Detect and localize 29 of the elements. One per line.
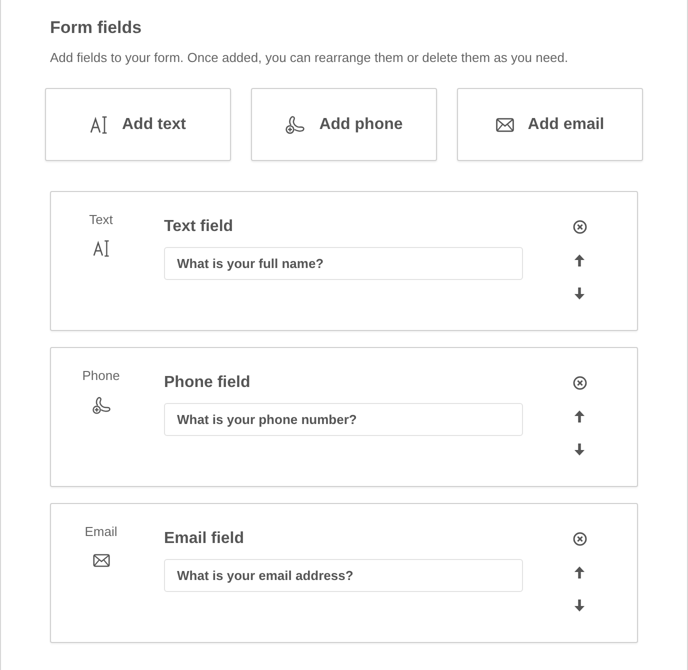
section-title: Form fields <box>50 17 143 39</box>
text-cursor-icon <box>92 240 110 257</box>
arrow-up-icon[interactable] <box>574 566 585 579</box>
question-input[interactable]: What is your full name? <box>164 247 523 280</box>
add-text-button[interactable]: Add text <box>45 88 231 161</box>
field-title: Text field <box>164 217 234 237</box>
arrow-up-icon[interactable] <box>574 254 585 267</box>
arrow-down-icon[interactable] <box>574 287 585 300</box>
remove-icon[interactable] <box>572 532 586 546</box>
section-description: Add fields to your form. Once added, you can rearrange them or delete them as you need. <box>50 50 570 66</box>
remove-icon[interactable] <box>572 220 586 234</box>
phone-icon <box>285 114 306 134</box>
question-input[interactable]: What is your phone number? <box>164 403 523 436</box>
arrow-up-icon[interactable] <box>574 410 585 423</box>
phone-icon <box>92 396 110 415</box>
field-type-label: Phone <box>82 368 120 384</box>
text-cursor-icon <box>90 116 108 134</box>
add-phone-button[interactable]: Add phone <box>251 88 437 161</box>
envelope-icon <box>496 118 514 132</box>
field-type-label: Text <box>89 212 113 228</box>
arrow-down-icon[interactable] <box>574 599 585 612</box>
field-type-label: Email <box>84 524 118 540</box>
envelope-icon <box>92 554 110 567</box>
field-title: Email field <box>164 529 246 549</box>
arrow-down-icon[interactable] <box>574 443 585 456</box>
remove-icon[interactable] <box>572 376 586 390</box>
question-input[interactable]: What is your email address? <box>164 559 523 592</box>
add-email-button[interactable]: Add email <box>457 88 643 161</box>
field-title: Phone field <box>164 373 252 393</box>
